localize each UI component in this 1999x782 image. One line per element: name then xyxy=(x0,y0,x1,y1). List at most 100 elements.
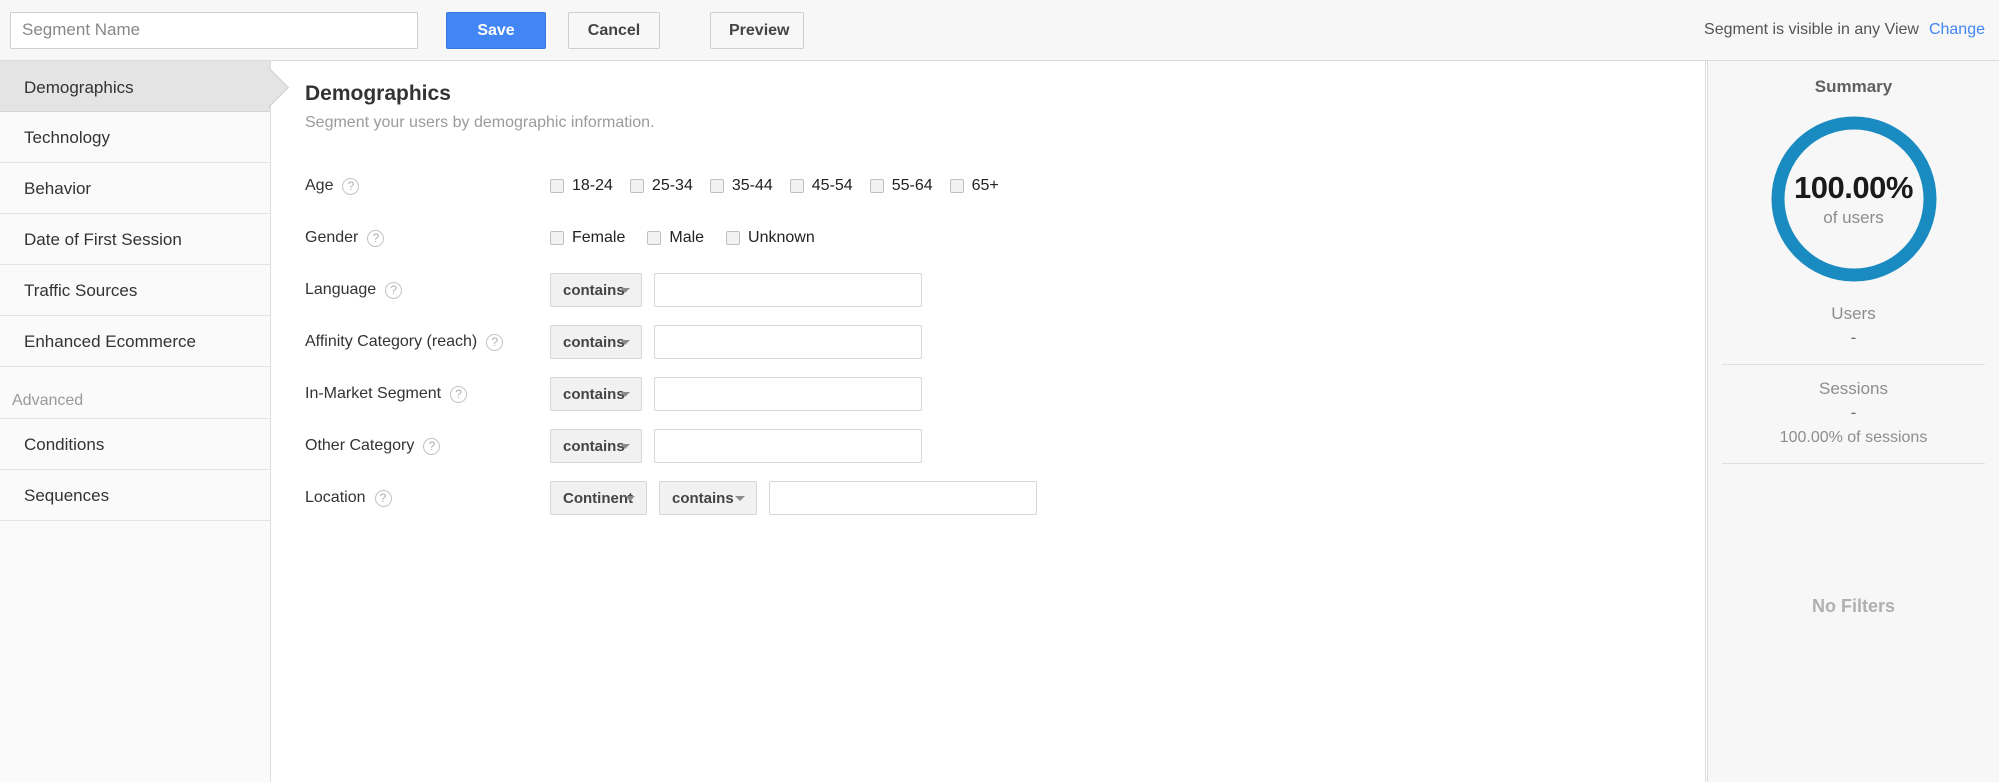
gender-option-female[interactable]: Female xyxy=(550,229,625,247)
operator-value: contains xyxy=(563,385,625,403)
sidebar-item-label: Sequences xyxy=(24,486,110,505)
sessions-stat-value: - xyxy=(1850,403,1857,422)
donut-percent: 100.00% xyxy=(1794,170,1913,205)
page-title: Demographics xyxy=(305,82,451,105)
language-operator-select[interactable]: contains xyxy=(550,273,642,307)
age-option-45-54[interactable]: 45-54 xyxy=(789,177,853,195)
sidebar-item-label: Behavior xyxy=(24,179,92,198)
help-icon[interactable]: ? xyxy=(367,229,385,247)
in-market-segment-value-input[interactable] xyxy=(654,377,922,411)
change-visibility-link[interactable]: Change xyxy=(1929,21,1985,38)
chevron-down-icon xyxy=(625,496,635,501)
in-market-segment-label: In-Market Segment xyxy=(305,385,442,402)
top-toolbar: Save Cancel Preview Segment is visible i… xyxy=(0,0,1999,61)
checkbox-icon[interactable] xyxy=(869,179,884,193)
checkbox-icon[interactable] xyxy=(647,231,662,245)
age-option-18-24[interactable]: 18-24 xyxy=(550,177,613,195)
sidebar-item-conditions[interactable]: Conditions xyxy=(0,419,270,470)
gender-option-label: Female xyxy=(572,229,626,246)
demographics-form: Age ? 18-24 25-34 35-44 45-54 55-64 65+ … xyxy=(272,160,1705,524)
other-category-value-input[interactable] xyxy=(654,429,922,463)
sidebar-item-label: Technology xyxy=(24,128,111,147)
age-checkbox-group: 18-24 25-34 35-44 45-54 55-64 65+ xyxy=(550,177,1016,195)
in-market-segment-label-group: In-Market Segment ? xyxy=(305,385,550,403)
location-label: Location xyxy=(305,489,366,506)
help-icon[interactable]: ? xyxy=(450,385,468,403)
location-value-input[interactable] xyxy=(769,481,1037,515)
visibility-text: Segment is visible in any View xyxy=(1704,21,1919,38)
checkbox-icon[interactable] xyxy=(789,179,804,193)
checkbox-icon[interactable] xyxy=(629,179,644,193)
sidebar-item-enhanced-ecommerce[interactable]: Enhanced Ecommerce xyxy=(0,316,270,367)
sidebar-item-sequences[interactable]: Sequences xyxy=(0,470,270,521)
age-option-35-44[interactable]: 35-44 xyxy=(709,177,773,195)
affinity-category-operator-select[interactable]: contains xyxy=(550,325,642,359)
other-category-row: Other Category ? contains xyxy=(272,420,1705,472)
checkbox-icon[interactable] xyxy=(726,231,741,245)
operator-value: contains xyxy=(672,489,734,507)
page-subtitle: Segment your users by demographic inform… xyxy=(305,114,655,131)
sessions-stat-percent: 100.00% of sessions xyxy=(1779,429,1928,446)
operator-value: contains xyxy=(563,281,625,299)
gender-label-group: Gender ? xyxy=(305,229,550,247)
sidebar-item-demographics[interactable]: Demographics xyxy=(0,61,270,112)
sidebar-item-date-of-first-session[interactable]: Date of First Session xyxy=(0,214,270,265)
gender-option-male[interactable]: Male xyxy=(647,229,704,247)
age-label: Age xyxy=(305,177,334,194)
other-category-operator-select[interactable]: contains xyxy=(550,429,642,463)
age-option-label: 45-54 xyxy=(811,177,853,194)
in-market-segment-operator-select[interactable]: contains xyxy=(550,377,642,411)
cancel-button[interactable]: Cancel xyxy=(568,11,660,49)
age-option-55-64[interactable]: 55-64 xyxy=(869,177,933,195)
users-donut-chart: 100.00% of users xyxy=(1765,110,1943,288)
users-stat-label: Users xyxy=(1831,304,1876,323)
donut-sublabel: of users xyxy=(1823,208,1884,227)
age-option-25-34[interactable]: 25-34 xyxy=(629,177,693,195)
gender-row: Gender ? Female Male Unknown xyxy=(272,212,1705,264)
sidebar-item-behavior[interactable]: Behavior xyxy=(0,163,270,214)
sidebar-item-label: Enhanced Ecommerce xyxy=(24,332,196,351)
age-option-label: 35-44 xyxy=(731,177,773,194)
checkbox-icon[interactable] xyxy=(550,179,564,193)
language-label: Language xyxy=(305,281,377,298)
help-icon[interactable]: ? xyxy=(423,437,441,455)
segment-name-input[interactable] xyxy=(10,11,418,49)
location-operator-select[interactable]: contains xyxy=(659,481,757,515)
sessions-stat-label: Sessions xyxy=(1819,379,1888,398)
help-icon[interactable]: ? xyxy=(486,333,504,351)
checkbox-icon[interactable] xyxy=(709,179,724,193)
gender-option-label: Male xyxy=(669,229,705,246)
preview-button[interactable]: Preview xyxy=(710,11,804,49)
affinity-category-value-input[interactable] xyxy=(654,325,922,359)
chevron-down-icon xyxy=(620,340,630,345)
sidebar-section-advanced: Advanced xyxy=(0,367,270,419)
help-icon[interactable]: ? xyxy=(342,177,360,195)
affinity-category-label: Affinity Category (reach) xyxy=(305,333,478,350)
operator-value: contains xyxy=(563,437,625,455)
affinity-category-row: Affinity Category (reach) ? contains xyxy=(272,316,1705,368)
sidebar-item-traffic-sources[interactable]: Traffic Sources xyxy=(0,265,270,316)
save-button[interactable]: Save xyxy=(446,11,546,49)
language-label-group: Language ? xyxy=(305,281,550,299)
location-dimension-select[interactable]: Continent xyxy=(550,481,647,515)
gender-label: Gender xyxy=(305,229,359,246)
sidebar-item-technology[interactable]: Technology xyxy=(0,112,270,163)
summary-panel: Summary 100.00% of users Users - Session… xyxy=(1707,61,1999,782)
help-icon[interactable]: ? xyxy=(385,281,403,299)
language-value-input[interactable] xyxy=(654,273,922,307)
checkbox-icon[interactable] xyxy=(949,179,964,193)
segment-visibility: Segment is visible in any View Change xyxy=(1704,21,1985,39)
chevron-down-icon xyxy=(620,392,630,397)
sidebar-item-label: Traffic Sources xyxy=(24,281,138,300)
age-option-65-plus[interactable]: 65+ xyxy=(949,177,999,195)
sessions-stat: Sessions - 100.00% of sessions xyxy=(1708,365,1999,463)
age-row: Age ? 18-24 25-34 35-44 45-54 55-64 65+ xyxy=(272,160,1705,212)
age-label-group: Age ? xyxy=(305,177,550,195)
no-filters-message: No Filters xyxy=(1811,596,1895,616)
sidebar-item-label: Date of First Session xyxy=(24,230,182,249)
gender-option-unknown[interactable]: Unknown xyxy=(726,229,815,247)
help-icon[interactable]: ? xyxy=(374,489,392,507)
demographics-panel: Demographics Segment your users by demog… xyxy=(272,61,1706,782)
age-option-label: 65+ xyxy=(971,177,999,194)
checkbox-icon[interactable] xyxy=(550,231,564,245)
